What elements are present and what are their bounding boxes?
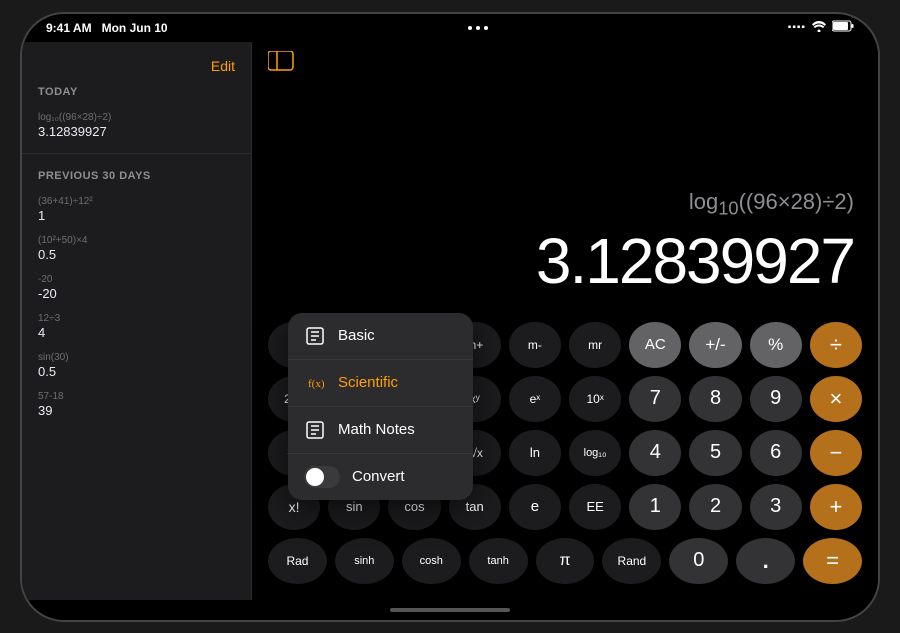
sidebar: Edit TODAY log₁₀((96×28)÷2) 3.12839927 P… [22, 42, 252, 600]
result-text: 0.5 [38, 247, 235, 262]
ipad-frame: 9:41 AM Mon Jun 10 ▪▪▪▪ Edit TO [20, 12, 880, 622]
result-text: -20 [38, 286, 235, 301]
key-multiply[interactable]: × [810, 376, 862, 422]
formula-text: (10²+50)×4 [38, 235, 235, 246]
status-dot-1 [468, 26, 472, 30]
sidebar-toggle-button[interactable] [268, 51, 294, 77]
main-content: Edit TODAY log₁₀((96×28)÷2) 3.12839927 P… [22, 42, 878, 600]
formula-text: log₁₀((96×28)÷2) [38, 112, 235, 123]
list-item[interactable]: log₁₀((96×28)÷2) 3.12839927 [22, 106, 251, 145]
status-bar: 9:41 AM Mon Jun 10 ▪▪▪▪ [22, 14, 878, 42]
math-notes-icon [304, 419, 326, 441]
key-plus-minus[interactable]: +/- [689, 322, 741, 368]
key-ee[interactable]: EE [569, 484, 621, 530]
sidebar-previous-title: PREVIOUS 30 DAYS [22, 162, 251, 190]
list-item[interactable]: 12÷3 4 [22, 307, 251, 346]
list-item[interactable]: -20 -20 [22, 268, 251, 307]
key-rad[interactable]: Rad [268, 538, 327, 584]
basic-label: Basic [338, 327, 375, 344]
result-text: 1 [38, 208, 235, 223]
formula-text: (36+41)÷12² [38, 196, 235, 207]
key-5[interactable]: 5 [689, 430, 741, 476]
key-7[interactable]: 7 [629, 376, 681, 422]
key-log10[interactable]: log₁₀ [569, 430, 621, 476]
status-dot-2 [476, 26, 480, 30]
home-bar[interactable] [390, 608, 510, 612]
list-item[interactable]: (36+41)÷12² 1 [22, 190, 251, 229]
calc-result: 3.12839927 [536, 224, 854, 298]
calc-topbar [252, 42, 878, 86]
list-item[interactable]: 57-18 39 [22, 385, 251, 424]
key-pi[interactable]: π [536, 538, 595, 584]
key-cosh[interactable]: cosh [402, 538, 461, 584]
formula-text: -20 [38, 274, 235, 285]
key-row-5: Rad sinh cosh tanh π Rand 0 . = [268, 538, 862, 584]
key-equals[interactable]: = [803, 538, 862, 584]
key-3[interactable]: 3 [750, 484, 802, 530]
result-text: 0.5 [38, 364, 235, 379]
status-icons: ▪▪▪▪ [788, 20, 854, 35]
list-item[interactable]: sin(30) 0.5 [22, 346, 251, 385]
key-4[interactable]: 4 [629, 430, 681, 476]
convert-label: Convert [352, 468, 405, 485]
key-mr[interactable]: mr [569, 322, 621, 368]
key-0[interactable]: 0 [669, 538, 728, 584]
result-text: 4 [38, 325, 235, 340]
sidebar-header: Edit [22, 54, 251, 86]
result-text: 3.12839927 [38, 124, 235, 139]
key-ex[interactable]: eˣ [509, 376, 561, 422]
key-add[interactable]: + [810, 484, 862, 530]
menu-item-scientific[interactable]: f(x) Scientific [288, 360, 473, 407]
key-2[interactable]: 2 [689, 484, 741, 530]
key-ln[interactable]: ln [509, 430, 561, 476]
status-center [468, 26, 488, 30]
calculator-mode-menu: Basic f(x) Scientific Math Notes [288, 313, 473, 500]
key-percent[interactable]: % [750, 322, 802, 368]
menu-item-basic[interactable]: Basic [288, 313, 473, 360]
key-9[interactable]: 9 [750, 376, 802, 422]
formula-text: 12÷3 [38, 313, 235, 324]
calc-keypad: ( ) mc m+ m- mr AC +/- % ÷ 2nd x² x³ xʸ [252, 314, 878, 600]
basic-icon [304, 325, 326, 347]
key-subtract[interactable]: − [810, 430, 862, 476]
wifi-icon [812, 21, 826, 35]
scientific-label: Scientific [338, 374, 398, 391]
formula-text: sin(30) [38, 352, 235, 363]
status-time: 9:41 AM Mon Jun 10 [46, 21, 168, 35]
calculator-area: log10((96×28)÷2) 3.12839927 ( ) mc m+ m-… [252, 42, 878, 600]
formula-text: 57-18 [38, 391, 235, 402]
sidebar-today-title: TODAY [22, 86, 251, 106]
toggle-knob [306, 468, 324, 486]
sidebar-divider [22, 153, 251, 154]
svg-text:f(x): f(x) [308, 378, 324, 390]
key-6[interactable]: 6 [750, 430, 802, 476]
calc-formula: log10((96×28)÷2) [689, 189, 854, 219]
key-8[interactable]: 8 [689, 376, 741, 422]
menu-item-math-notes[interactable]: Math Notes [288, 407, 473, 454]
key-m-minus[interactable]: m- [509, 322, 561, 368]
scientific-icon: f(x) [304, 372, 326, 394]
key-tanh[interactable]: tanh [469, 538, 528, 584]
list-item[interactable]: (10²+50)×4 0.5 [22, 229, 251, 268]
key-decimal[interactable]: . [736, 538, 795, 584]
key-10x[interactable]: 10ˣ [569, 376, 621, 422]
key-divide[interactable]: ÷ [810, 322, 862, 368]
key-ac[interactable]: AC [629, 322, 681, 368]
result-text: 39 [38, 403, 235, 418]
battery-icon [832, 20, 854, 35]
key-sinh[interactable]: sinh [335, 538, 394, 584]
key-rand[interactable]: Rand [602, 538, 661, 584]
signal-icon: ▪▪▪▪ [788, 22, 806, 33]
calc-display: log10((96×28)÷2) 3.12839927 [252, 86, 878, 314]
math-notes-label: Math Notes [338, 421, 415, 438]
convert-toggle[interactable] [304, 466, 340, 488]
key-e[interactable]: e [509, 484, 561, 530]
menu-item-convert[interactable]: Convert [288, 454, 473, 500]
key-1[interactable]: 1 [629, 484, 681, 530]
status-dot-3 [484, 26, 488, 30]
home-indicator [22, 600, 878, 620]
sidebar-edit-button[interactable]: Edit [211, 58, 235, 74]
